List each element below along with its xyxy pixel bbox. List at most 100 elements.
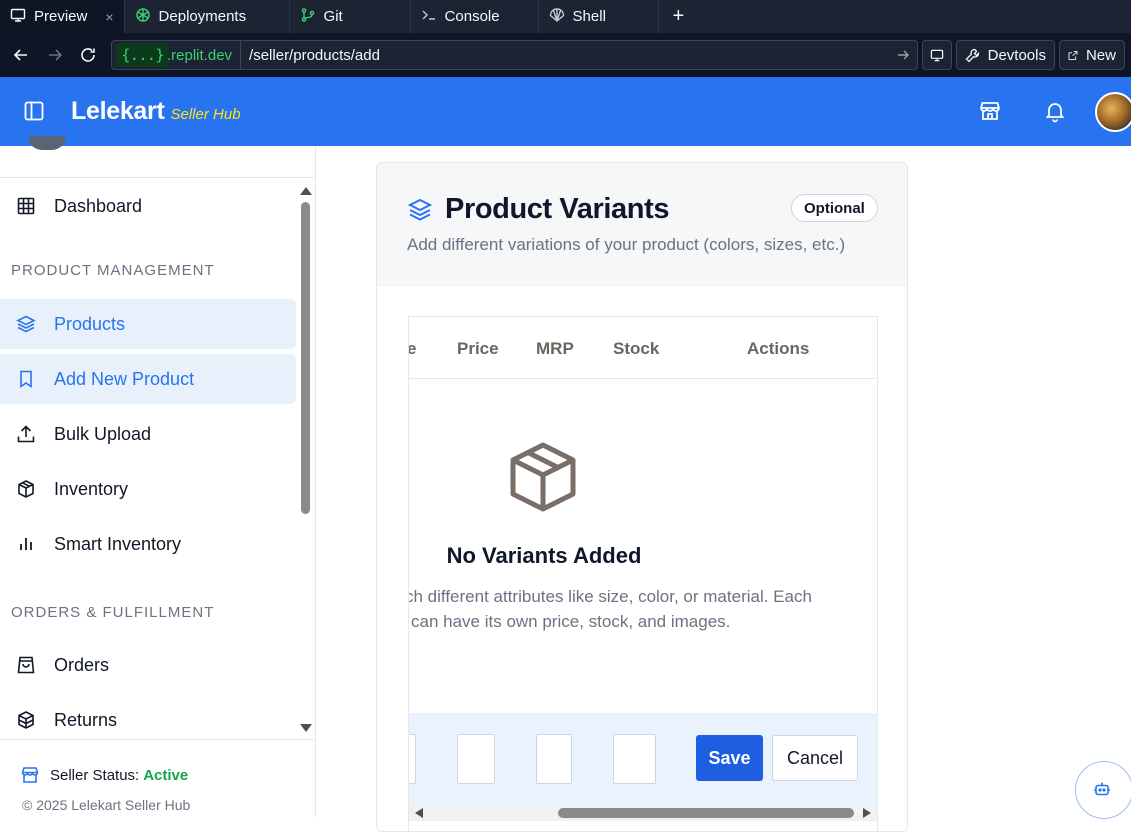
column-header-price: Price: [457, 339, 499, 358]
bell-icon: [1045, 103, 1065, 123]
tab-preview[interactable]: Preview ×: [0, 0, 125, 33]
sidebar-item-dashboard[interactable]: Dashboard: [0, 181, 296, 231]
back-button[interactable]: [6, 40, 36, 70]
sidebar-item-orders[interactable]: Orders: [0, 640, 296, 690]
new-tab-button[interactable]: +: [659, 0, 699, 33]
column-header: e: [409, 339, 416, 359]
tab-label: Deployments: [158, 8, 247, 25]
shopping-bag-icon: [17, 656, 35, 674]
sidebar-toggle-button[interactable]: [22, 99, 46, 123]
reload-button[interactable]: [74, 40, 104, 70]
terminal-icon: [421, 7, 437, 27]
package-return-icon: [18, 711, 34, 729]
go-arrow-icon[interactable]: [893, 48, 913, 62]
git-icon: [300, 7, 316, 27]
scroll-thumb[interactable]: [301, 202, 310, 514]
package-icon: [18, 480, 34, 498]
tab-shell[interactable]: Shell: [539, 0, 659, 33]
card-header: Product Variants Optional Add different …: [377, 163, 907, 286]
variant-name-input[interactable]: [409, 734, 416, 784]
tab-label: Git: [323, 8, 343, 25]
brand-subtitle: Seller Hub: [170, 106, 241, 123]
tab-deployments[interactable]: Deployments: [125, 0, 290, 33]
bookmark-icon: [20, 370, 32, 389]
monitor-icon: [10, 7, 26, 27]
layers-icon: [407, 198, 433, 221]
devtools-label: Devtools: [987, 46, 1046, 64]
card-description: Add different variations of your product…: [407, 235, 846, 254]
sidebar-item-inventory[interactable]: Inventory: [0, 464, 296, 514]
sidebar-item-label: Smart Inventory: [54, 533, 182, 554]
package-icon: [505, 439, 581, 515]
scroll-up-icon[interactable]: [299, 184, 313, 196]
app-header: Lelekart Seller Hub: [0, 77, 1131, 146]
seller-status-label: Seller Status:: [50, 766, 140, 784]
layers-icon: [16, 315, 36, 333]
user-avatar[interactable]: [1095, 92, 1131, 132]
close-tab-icon[interactable]: ×: [105, 9, 113, 25]
sidebar-item-label: Inventory: [54, 478, 129, 499]
devtools-button[interactable]: Devtools: [955, 40, 1055, 70]
tab-git[interactable]: Git: [290, 0, 411, 33]
save-button[interactable]: Save: [696, 735, 763, 781]
brand-name: Lelekart: [71, 97, 165, 125]
sidebar-item-smart-inventory[interactable]: Smart Inventory: [0, 519, 296, 569]
empty-state-title: No Variants Added: [446, 543, 642, 568]
arrow-right-icon: [48, 49, 62, 61]
notifications-button[interactable]: [1043, 99, 1067, 123]
sidebar-scrollbar[interactable]: [299, 184, 313, 739]
bot-icon: [1094, 782, 1110, 796]
mrp-input[interactable]: [536, 734, 572, 784]
sidebar-panel-icon: [24, 101, 44, 121]
price-input[interactable]: [457, 734, 495, 784]
card-title-text: Product Variants: [445, 193, 670, 225]
tab-label: Console: [444, 8, 500, 25]
open-in-window-button[interactable]: [921, 40, 952, 70]
column-header-mrp: MRP: [536, 339, 574, 358]
seller-status-value: Active: [143, 766, 189, 784]
deployments-icon: [135, 7, 151, 27]
sidebar-item-label: Returns: [54, 709, 118, 730]
sidebar-item-add-new-product[interactable]: Add New Product: [0, 354, 296, 404]
store-button[interactable]: [978, 99, 1002, 123]
brand-logo[interactable]: Lelekart Seller Hub: [71, 97, 241, 126]
sidebar-nav: Dashboard PRODUCT MANAGEMENT Products Ad…: [0, 178, 300, 739]
store-icon: [21, 767, 39, 783]
browser-tab-bar: Preview × Deployments Git Console Shell …: [0, 0, 1131, 33]
tab-label: Preview: [34, 8, 88, 25]
external-link-icon: [1068, 50, 1078, 60]
optional-badge: Optional: [791, 194, 878, 222]
sidebar-item-bulk-upload[interactable]: Bulk Upload: [0, 409, 296, 459]
upload-icon: [17, 425, 35, 443]
cancel-button[interactable]: Cancel: [772, 735, 858, 781]
sidebar-avatar: [28, 136, 66, 150]
new-window-button[interactable]: New: [1058, 40, 1125, 70]
url-path[interactable]: /seller/products/add: [240, 41, 885, 69]
new-label: New: [1085, 46, 1116, 64]
assistant-button[interactable]: [1075, 761, 1131, 819]
address-field[interactable]: {...} .replit.dev /seller/products/add: [111, 40, 918, 70]
table-horizontal-scrollbar[interactable]: [409, 805, 877, 821]
grid-icon: [17, 197, 35, 215]
tab-console[interactable]: Console: [411, 0, 539, 33]
url-host-badge: {...}: [116, 43, 169, 67]
section-product-management: PRODUCT MANAGEMENT: [11, 262, 215, 279]
column-header-stock: Stock: [613, 339, 660, 358]
variants-table: e Price MRP Stock Actions No Variants Ad…: [408, 316, 878, 831]
url-host-suffix: .replit.dev: [167, 46, 233, 64]
sidebar-item-returns[interactable]: Returns: [0, 695, 296, 739]
sidebar-item-products[interactable]: Products: [0, 299, 296, 349]
scroll-down-icon[interactable]: [299, 723, 313, 735]
copyright-text: © 2025 Lelekart Seller Hub: [22, 797, 191, 813]
sidebar-item-label: Bulk Upload: [54, 423, 152, 444]
sidebar-item-label: Dashboard: [54, 195, 143, 216]
stock-input[interactable]: [613, 734, 656, 784]
new-variant-row: Save Cancel: [409, 713, 877, 805]
seller-status: Seller Status: Active: [20, 765, 188, 785]
forward-button[interactable]: [40, 40, 70, 70]
reload-icon: [81, 48, 96, 62]
store-icon: [980, 102, 1000, 120]
column-header-actions: Actions: [747, 339, 810, 358]
sidebar-item-label: Products: [54, 313, 126, 334]
card-title: Product Variants: [407, 193, 669, 226]
